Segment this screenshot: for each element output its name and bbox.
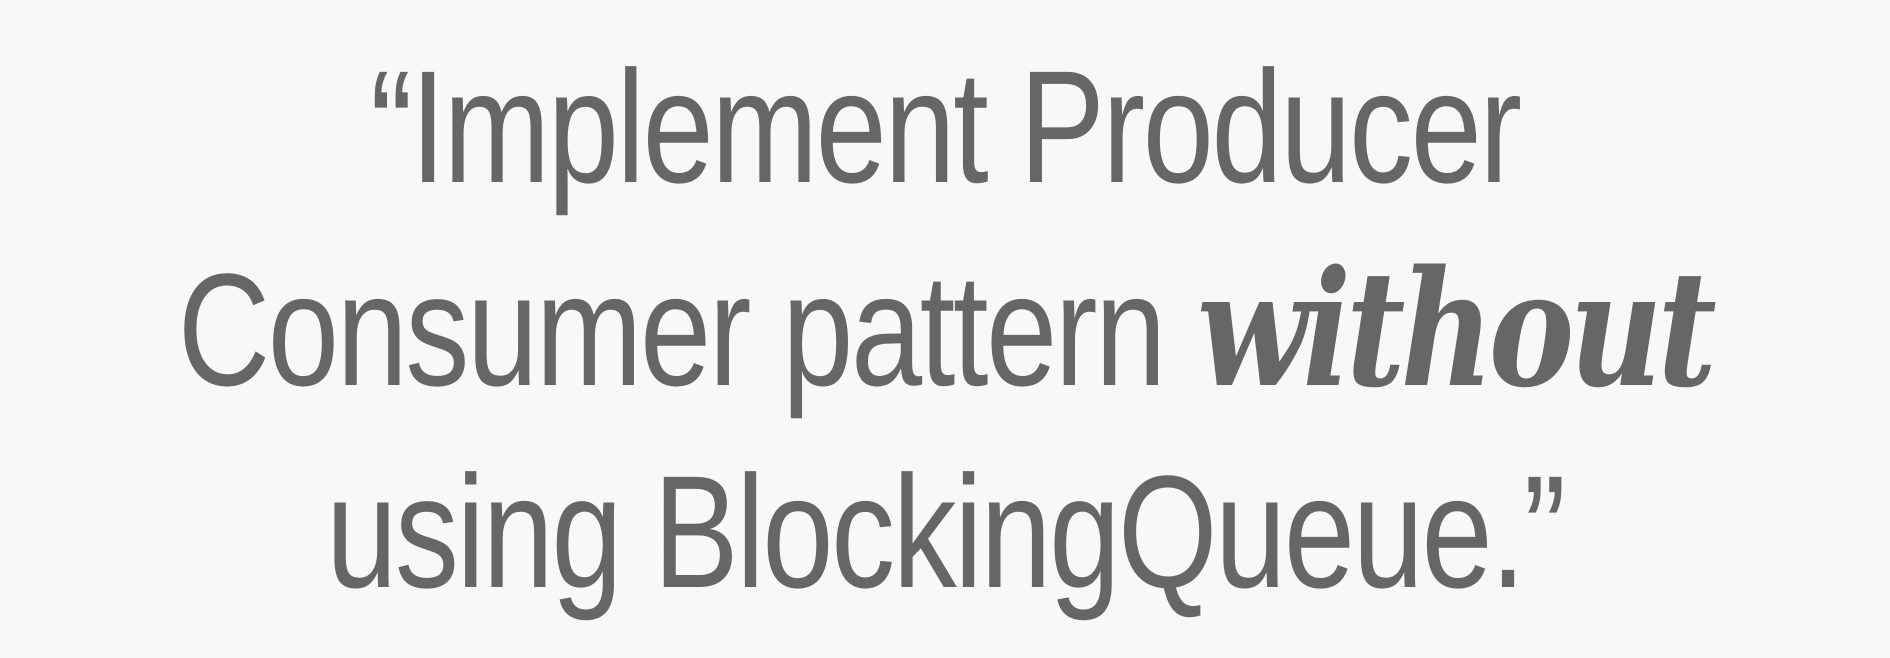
slide: “Implement Producer Consumer pattern wit…: [0, 0, 1890, 658]
quote-emphasis: without: [1197, 234, 1717, 423]
quote-line-2: Consumer pattern without: [177, 228, 1717, 431]
quote-line-1: “Implement Producer: [370, 36, 1522, 216]
quote-line-3: using BlockingQueue.”: [326, 441, 1566, 621]
quote-line-2-text: Consumer pattern: [177, 239, 1198, 419]
quote-text: “Implement Producer Consumer pattern wit…: [177, 26, 1717, 633]
